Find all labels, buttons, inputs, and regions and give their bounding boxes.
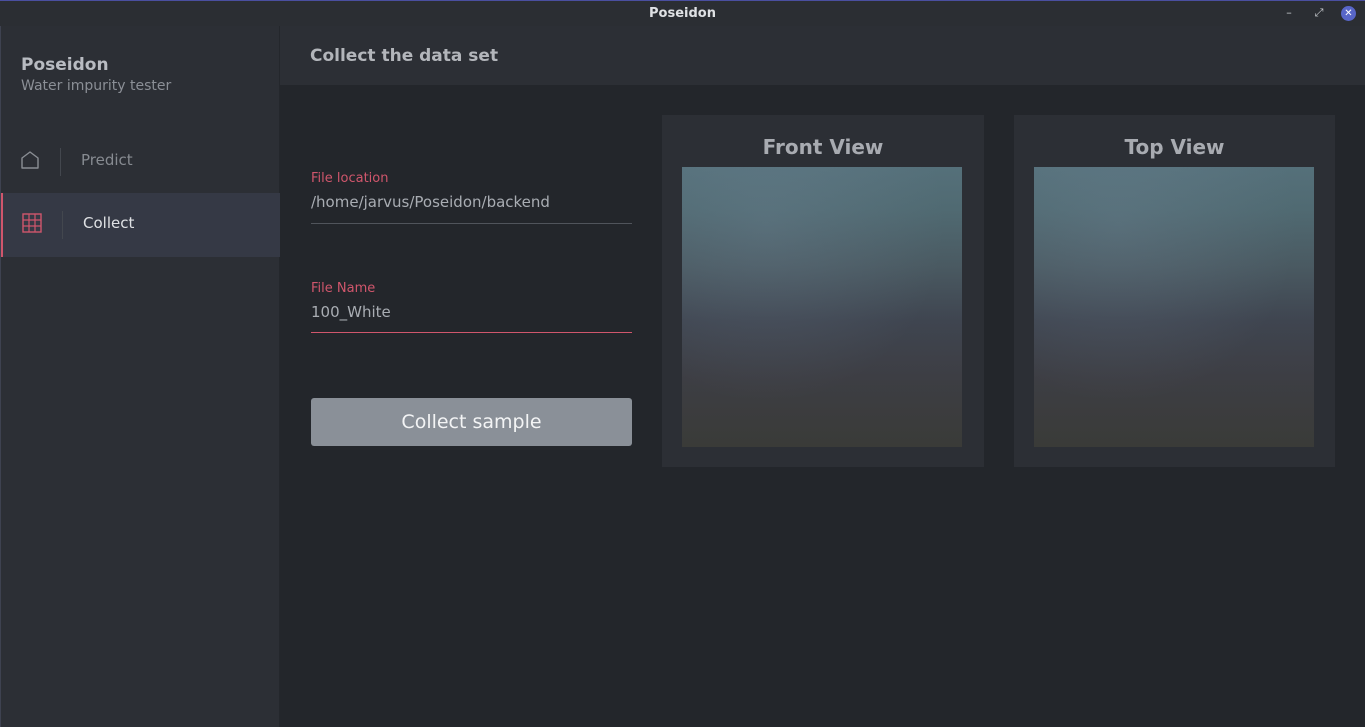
sidebar-item-collect[interactable]: Collect — [1, 193, 280, 257]
front-view-feed — [682, 167, 962, 447]
collect-sample-button[interactable]: Collect sample — [311, 398, 632, 446]
file-location-label: File location — [311, 171, 389, 186]
sidebar-item-label: Collect — [83, 214, 135, 232]
file-location-field[interactable]: /home/jarvus/Poseidon/backend — [311, 193, 550, 211]
nav-separator — [60, 148, 61, 176]
app-name: Poseidon — [21, 55, 109, 75]
window-titlebar: Poseidon – ⤢ ✕ — [0, 0, 1365, 26]
sidebar: Poseidon Water impurity tester Predict C… — [0, 26, 280, 727]
page-title: Collect the data set — [310, 46, 499, 66]
top-view-card: Top View — [1014, 115, 1335, 467]
file-name-underline — [311, 332, 632, 333]
nav-separator — [62, 211, 63, 239]
maximize-icon[interactable]: ⤢ — [1312, 6, 1326, 20]
window-title: Poseidon — [649, 6, 716, 21]
app-subtitle: Water impurity tester — [21, 78, 172, 94]
sidebar-item-predict[interactable]: Predict — [1, 130, 280, 194]
front-view-card: Front View — [662, 115, 984, 467]
file-location-underline — [311, 223, 632, 224]
top-view-title: Top View — [1124, 135, 1225, 159]
minimize-icon[interactable]: – — [1282, 6, 1296, 20]
sidebar-item-label: Predict — [81, 151, 133, 169]
page-header: Collect the data set — [280, 26, 1365, 85]
grid-icon — [21, 212, 43, 234]
front-view-title: Front View — [762, 135, 884, 159]
top-view-feed — [1034, 167, 1314, 447]
close-icon[interactable]: ✕ — [1341, 6, 1356, 21]
home-icon — [19, 149, 41, 171]
file-name-field[interactable]: 100_White — [311, 303, 391, 321]
file-name-label: File Name — [311, 281, 376, 296]
